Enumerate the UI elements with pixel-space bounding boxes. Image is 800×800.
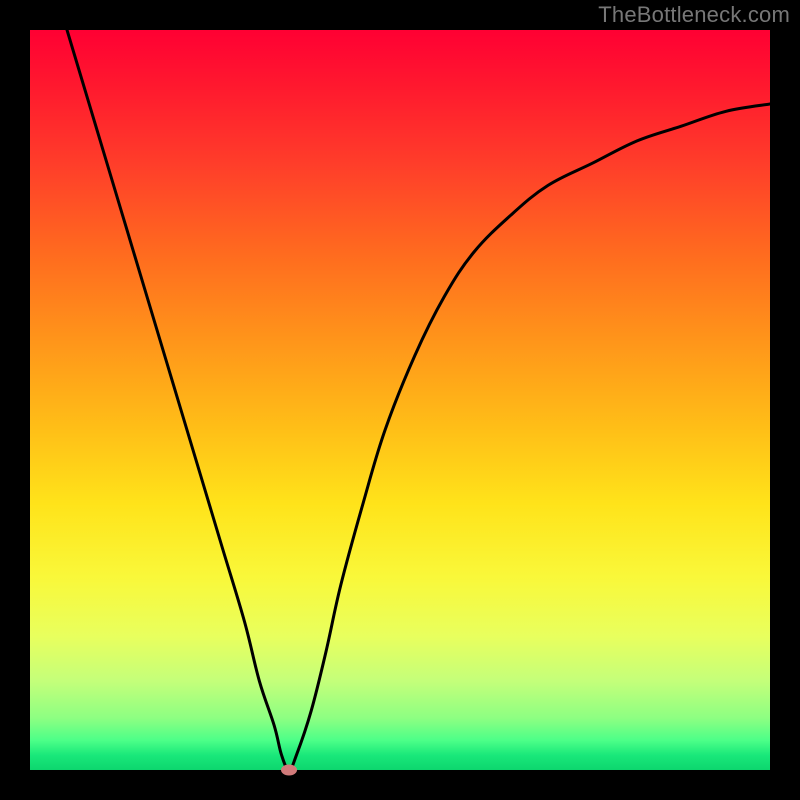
bottleneck-curve [67,30,770,770]
watermark-text: TheBottleneck.com [598,2,790,28]
curve-layer [30,30,770,770]
chart-frame: TheBottleneck.com [0,0,800,800]
plot-area [30,30,770,770]
optimal-point-marker [281,765,297,776]
